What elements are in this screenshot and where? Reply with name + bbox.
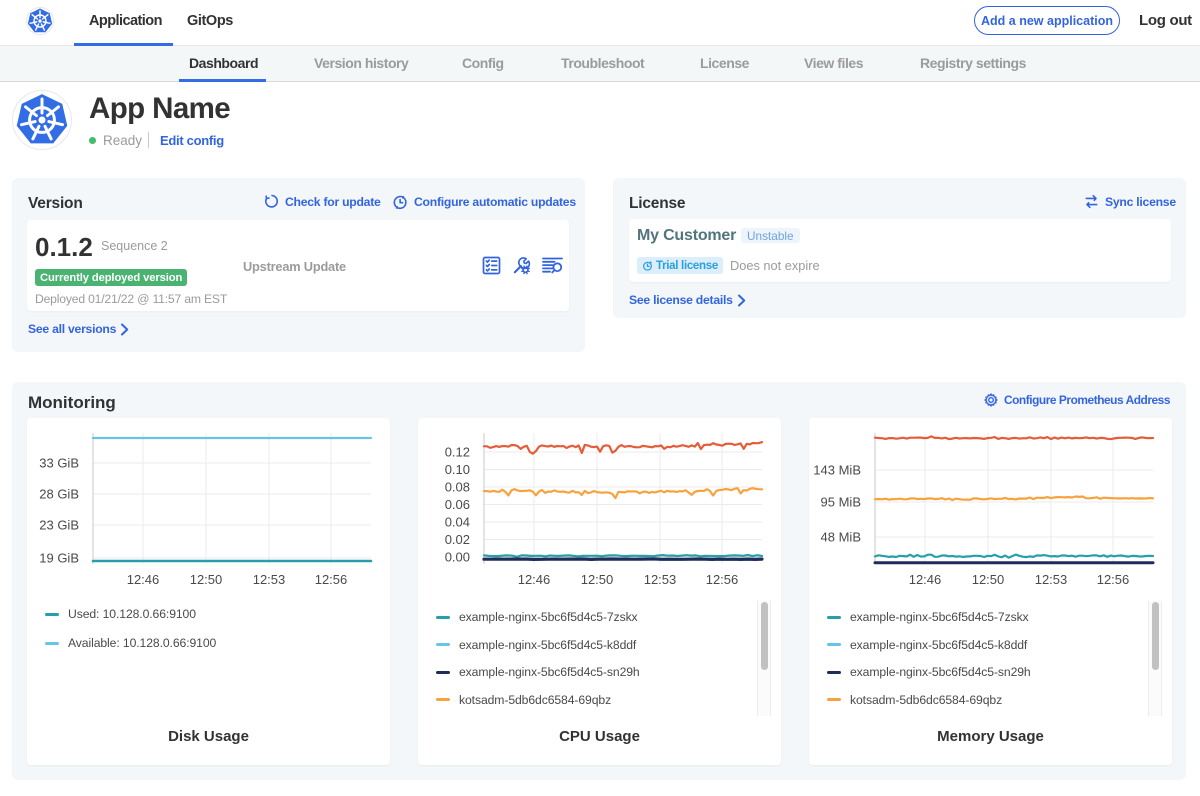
svg-text:12:53: 12:53 xyxy=(1035,572,1068,587)
svg-text:23 GiB: 23 GiB xyxy=(39,518,79,533)
svg-text:12:56: 12:56 xyxy=(1097,572,1130,587)
svg-text:0.08: 0.08 xyxy=(445,480,470,495)
svg-text:0.02: 0.02 xyxy=(445,532,470,547)
svg-text:12:50: 12:50 xyxy=(581,572,614,587)
svg-text:12:56: 12:56 xyxy=(706,572,739,587)
svg-text:33 GiB: 33 GiB xyxy=(39,456,79,471)
svg-text:12:53: 12:53 xyxy=(644,572,677,587)
svg-text:19 GiB: 19 GiB xyxy=(39,551,79,566)
svg-text:48 MiB: 48 MiB xyxy=(821,530,861,545)
svg-text:12:46: 12:46 xyxy=(127,572,160,587)
svg-text:12:50: 12:50 xyxy=(190,572,223,587)
svg-text:0.00: 0.00 xyxy=(445,550,470,565)
svg-text:0.04: 0.04 xyxy=(445,515,470,530)
svg-text:12:53: 12:53 xyxy=(253,572,286,587)
svg-text:95 MiB: 95 MiB xyxy=(821,495,861,510)
svg-text:0.10: 0.10 xyxy=(445,462,470,477)
svg-text:0.06: 0.06 xyxy=(445,497,470,512)
svg-text:0.12: 0.12 xyxy=(445,445,470,460)
svg-text:12:50: 12:50 xyxy=(972,572,1005,587)
svg-text:12:46: 12:46 xyxy=(909,572,942,587)
svg-text:143 MiB: 143 MiB xyxy=(813,463,861,478)
svg-text:12:56: 12:56 xyxy=(315,572,348,587)
svg-text:28 GiB: 28 GiB xyxy=(39,487,79,502)
svg-text:12:46: 12:46 xyxy=(518,572,551,587)
